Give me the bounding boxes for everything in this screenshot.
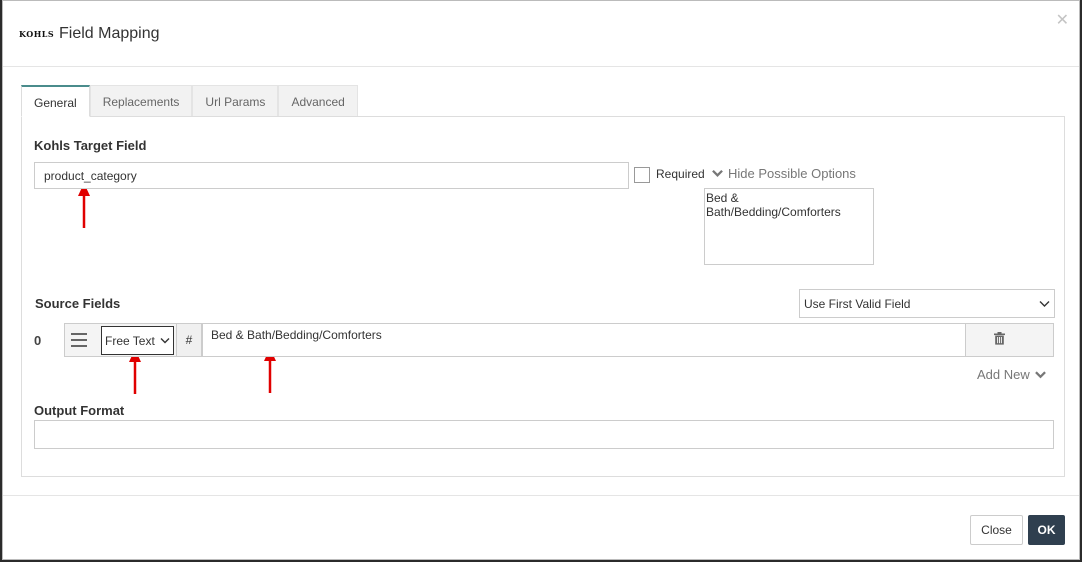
target-field-label: Kohls Target Field [34,138,147,153]
tab-general[interactable]: General [21,85,90,117]
modal-header: KOHLS Field Mapping ✕ [3,1,1079,67]
drag-handle-icon[interactable] [71,333,87,347]
chevron-down-icon [1039,300,1050,307]
tab-advanced[interactable]: Advanced [278,85,358,117]
target-field-input[interactable]: product_category [34,162,629,189]
source-strategy-select[interactable]: Use First Valid Field [799,289,1055,318]
required-label: Required [656,167,705,181]
ok-button[interactable]: OK [1028,515,1065,545]
output-format-label: Output Format [34,403,125,418]
hash-addon: # [176,324,202,356]
trash-icon[interactable] [994,332,1005,345]
close-icon[interactable]: ✕ [1056,13,1069,29]
chevron-down-icon [1034,371,1046,379]
output-format-input[interactable] [34,420,1054,449]
hide-options-label: Hide Possible Options [728,166,856,181]
chevron-down-icon [160,338,170,344]
close-button[interactable]: Close [970,515,1023,545]
modal-title: Field Mapping [59,25,160,42]
source-row-index: 0 [34,333,42,348]
field-mapping-dialog: KOHLS Field Mapping ✕ General Replacemen… [2,0,1080,560]
source-fields-label: Source Fields [35,296,121,311]
source-value-textarea[interactable]: Bed & Bath/Bedding/Comforters [202,323,966,357]
tab-url-params[interactable]: Url Params [192,85,279,117]
source-type-select[interactable]: Free Text [101,326,174,355]
possible-options-list[interactable]: Bed & Bath/Bedding/Comforters [704,188,874,265]
chevron-down-icon [712,169,723,177]
add-new-button[interactable]: Add New [977,367,1046,382]
source-strategy-value: Use First Valid Field [804,296,911,311]
hide-options-toggle[interactable]: Hide Possible Options [712,166,856,181]
required-checkbox[interactable] [634,167,650,183]
modal-footer: Close OK [3,495,1079,561]
tab-replacements[interactable]: Replacements [89,85,193,117]
option-item[interactable]: Bed & Bath/Bedding/Comforters [706,191,872,219]
add-new-label: Add New [977,367,1030,382]
tab-bar: General Replacements Url Params Advanced [21,85,358,117]
source-type-value: Free Text [105,333,155,348]
general-panel: Kohls Target Field product_category Requ… [21,116,1065,477]
kohls-logo: KOHLS [19,29,55,39]
source-row: Free Text # Bed & Bath/Bedding/Comforter… [64,323,1054,357]
